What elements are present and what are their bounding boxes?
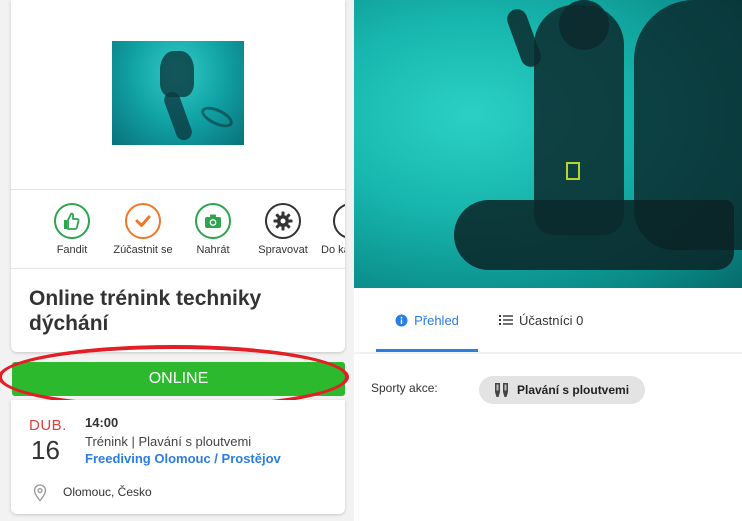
add-to-calendar-label: Do ka [321, 244, 345, 256]
attend-label: Zúčastnit se [113, 244, 173, 256]
event-title: Online trénink techniky dýchání [29, 287, 262, 335]
sport-chip[interactable]: Plavání s ploutvemi [479, 376, 646, 404]
tab-bar: Přehled Účastníci 0 [354, 288, 742, 352]
upload-button[interactable]: Nahrát [173, 203, 253, 256]
event-thumbnail[interactable] [112, 41, 244, 145]
camera-icon [195, 203, 231, 239]
organizer-link[interactable]: Freediving Olomouc / Prostějov [85, 451, 281, 466]
active-tab-indicator [376, 349, 478, 352]
tab-participants[interactable]: Účastníci 0 [499, 288, 583, 352]
sport-chip-label: Plavání s ploutvemi [517, 383, 630, 397]
upload-label: Nahrát [196, 244, 230, 256]
tab-overview-label: Přehled [414, 312, 459, 328]
event-day: 16 [31, 435, 60, 465]
cheer-button[interactable]: Fandit [32, 203, 112, 256]
list-icon [499, 314, 513, 326]
divider [11, 268, 345, 269]
event-photo[interactable] [354, 0, 742, 288]
add-to-calendar-button[interactable]: Do ka [311, 203, 345, 256]
tab-overview[interactable]: Přehled [376, 288, 478, 352]
event-time: 14:00 [85, 415, 119, 430]
fins-icon [493, 382, 511, 398]
event-card: Fandit Zúčastnit se Nahrát Spravovat Do … [11, 0, 345, 352]
gear-icon [265, 203, 301, 239]
event-type: Trénink | Plavání s ploutvemi [85, 434, 252, 449]
calendar-icon [333, 203, 345, 239]
info-icon [395, 314, 408, 327]
online-status-button[interactable]: ONLINE [12, 362, 345, 396]
location-pin-icon [33, 484, 47, 507]
action-bar: Fandit Zúčastnit se Nahrát Spravovat Do … [11, 203, 345, 263]
thumbs-up-icon [54, 203, 90, 239]
event-location: Olomouc, Česko [63, 485, 152, 499]
attend-button[interactable]: Zúčastnit se [103, 203, 183, 256]
tab-participants-label: Účastníci 0 [519, 312, 584, 328]
event-month: DUB. [29, 417, 67, 434]
divider [11, 189, 345, 190]
check-icon [125, 203, 161, 239]
cheer-label: Fandit [56, 244, 88, 256]
event-info-card: DUB. 16 14:00 Trénink | Plavání s ploutv… [11, 400, 345, 514]
event-thumbnail-area [11, 0, 345, 189]
sports-label: Sporty akce: [371, 381, 438, 395]
